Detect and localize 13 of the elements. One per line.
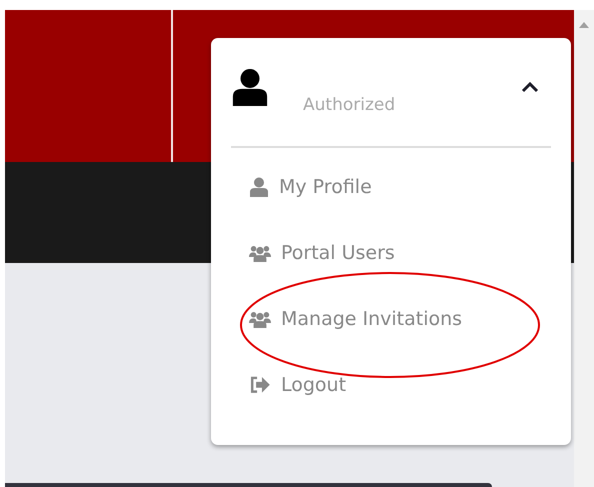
users-icon (249, 310, 271, 328)
menu-item[interactable]: Portal Users (231, 220, 551, 286)
scrollbar[interactable] (574, 10, 594, 487)
avatar-icon (231, 68, 269, 106)
users-icon (249, 244, 271, 262)
menu-item[interactable]: Logout (231, 352, 551, 418)
logout-icon (249, 376, 271, 394)
menu-item[interactable]: My Profile (231, 154, 551, 220)
collapse-caret-icon[interactable] (521, 82, 539, 93)
menu-item[interactable]: Manage Invitations (231, 286, 551, 352)
user-status: Authorized (303, 94, 396, 117)
scroll-up-icon[interactable] (579, 20, 589, 28)
user-icon (249, 177, 269, 197)
